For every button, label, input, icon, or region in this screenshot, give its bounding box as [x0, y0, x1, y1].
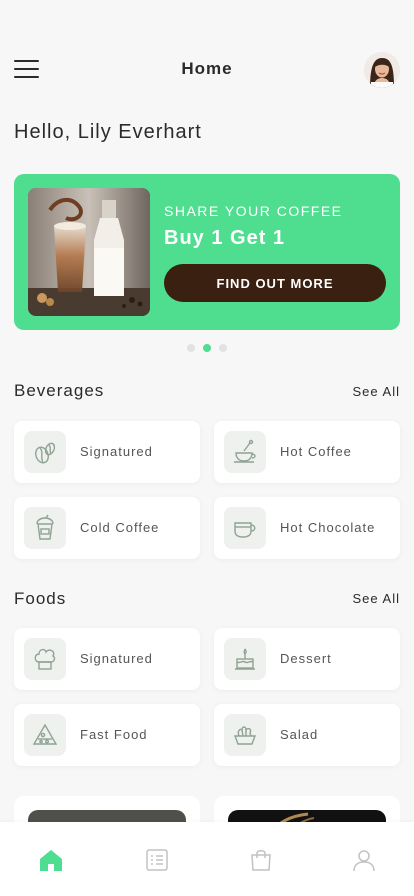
promo-banner[interactable]: SHARE YOUR COFFEE Buy 1 Get 1 FIND OUT M…	[14, 174, 400, 330]
find-out-more-button[interactable]: FIND OUT MORE	[164, 264, 386, 302]
category-label: Signatured	[80, 444, 153, 459]
category-label: Hot Coffee	[280, 444, 352, 459]
avatar[interactable]	[364, 52, 400, 88]
iced-drink-icon	[24, 507, 66, 549]
category-label: Signatured	[80, 651, 153, 666]
chef-hat-icon	[24, 638, 66, 680]
greeting-text: Hello, Lily Everhart	[14, 121, 202, 143]
category-label: Cold Coffee	[80, 520, 160, 535]
profile-icon[interactable]	[350, 846, 378, 874]
category-label: Hot Chocolate	[280, 520, 376, 535]
coffee-cup-icon	[224, 431, 266, 473]
category-label: Dessert	[280, 651, 332, 666]
salad-bowl-icon	[224, 714, 266, 756]
coffee-beans-icon	[24, 431, 66, 473]
iced-coffee-photo	[28, 188, 150, 316]
banner-title: Buy 1 Get 1	[164, 227, 286, 249]
carousel-dot[interactable]	[187, 344, 195, 352]
category-card-salad[interactable]: Salad	[214, 704, 400, 766]
category-label: Salad	[280, 727, 319, 742]
banner-kicker: SHARE YOUR COFFEE	[164, 203, 343, 219]
beverages-section-title: Beverages	[14, 381, 105, 400]
category-label: Fast Food	[80, 727, 148, 742]
bottom-tab-bar	[0, 822, 414, 896]
cake-icon	[224, 638, 266, 680]
beverages-see-all-link[interactable]: See All	[353, 384, 400, 399]
app-header: Home	[0, 44, 414, 94]
home-icon[interactable]	[37, 846, 65, 874]
category-card-dessert[interactable]: Dessert	[214, 628, 400, 690]
shopping-bag-icon[interactable]	[247, 846, 275, 874]
category-card-cold-coffee[interactable]: Cold Coffee	[14, 497, 200, 559]
foods-section-title: Foods	[14, 589, 67, 608]
category-card-signatured-foods[interactable]: Signatured	[14, 628, 200, 690]
carousel-dot[interactable]	[219, 344, 227, 352]
carousel-indicator	[0, 344, 414, 352]
category-card-hot-coffee[interactable]: Hot Coffee	[214, 421, 400, 483]
list-icon[interactable]	[143, 846, 171, 874]
category-card-signatured-beverages[interactable]: Signatured	[14, 421, 200, 483]
carousel-dot-active[interactable]	[203, 344, 211, 352]
mug-icon	[224, 507, 266, 549]
foods-see-all-link[interactable]: See All	[353, 591, 400, 606]
page-title: Home	[181, 59, 233, 78]
category-card-hot-chocolate[interactable]: Hot Chocolate	[214, 497, 400, 559]
category-card-fast-food[interactable]: Fast Food	[14, 704, 200, 766]
pizza-slice-icon	[24, 714, 66, 756]
